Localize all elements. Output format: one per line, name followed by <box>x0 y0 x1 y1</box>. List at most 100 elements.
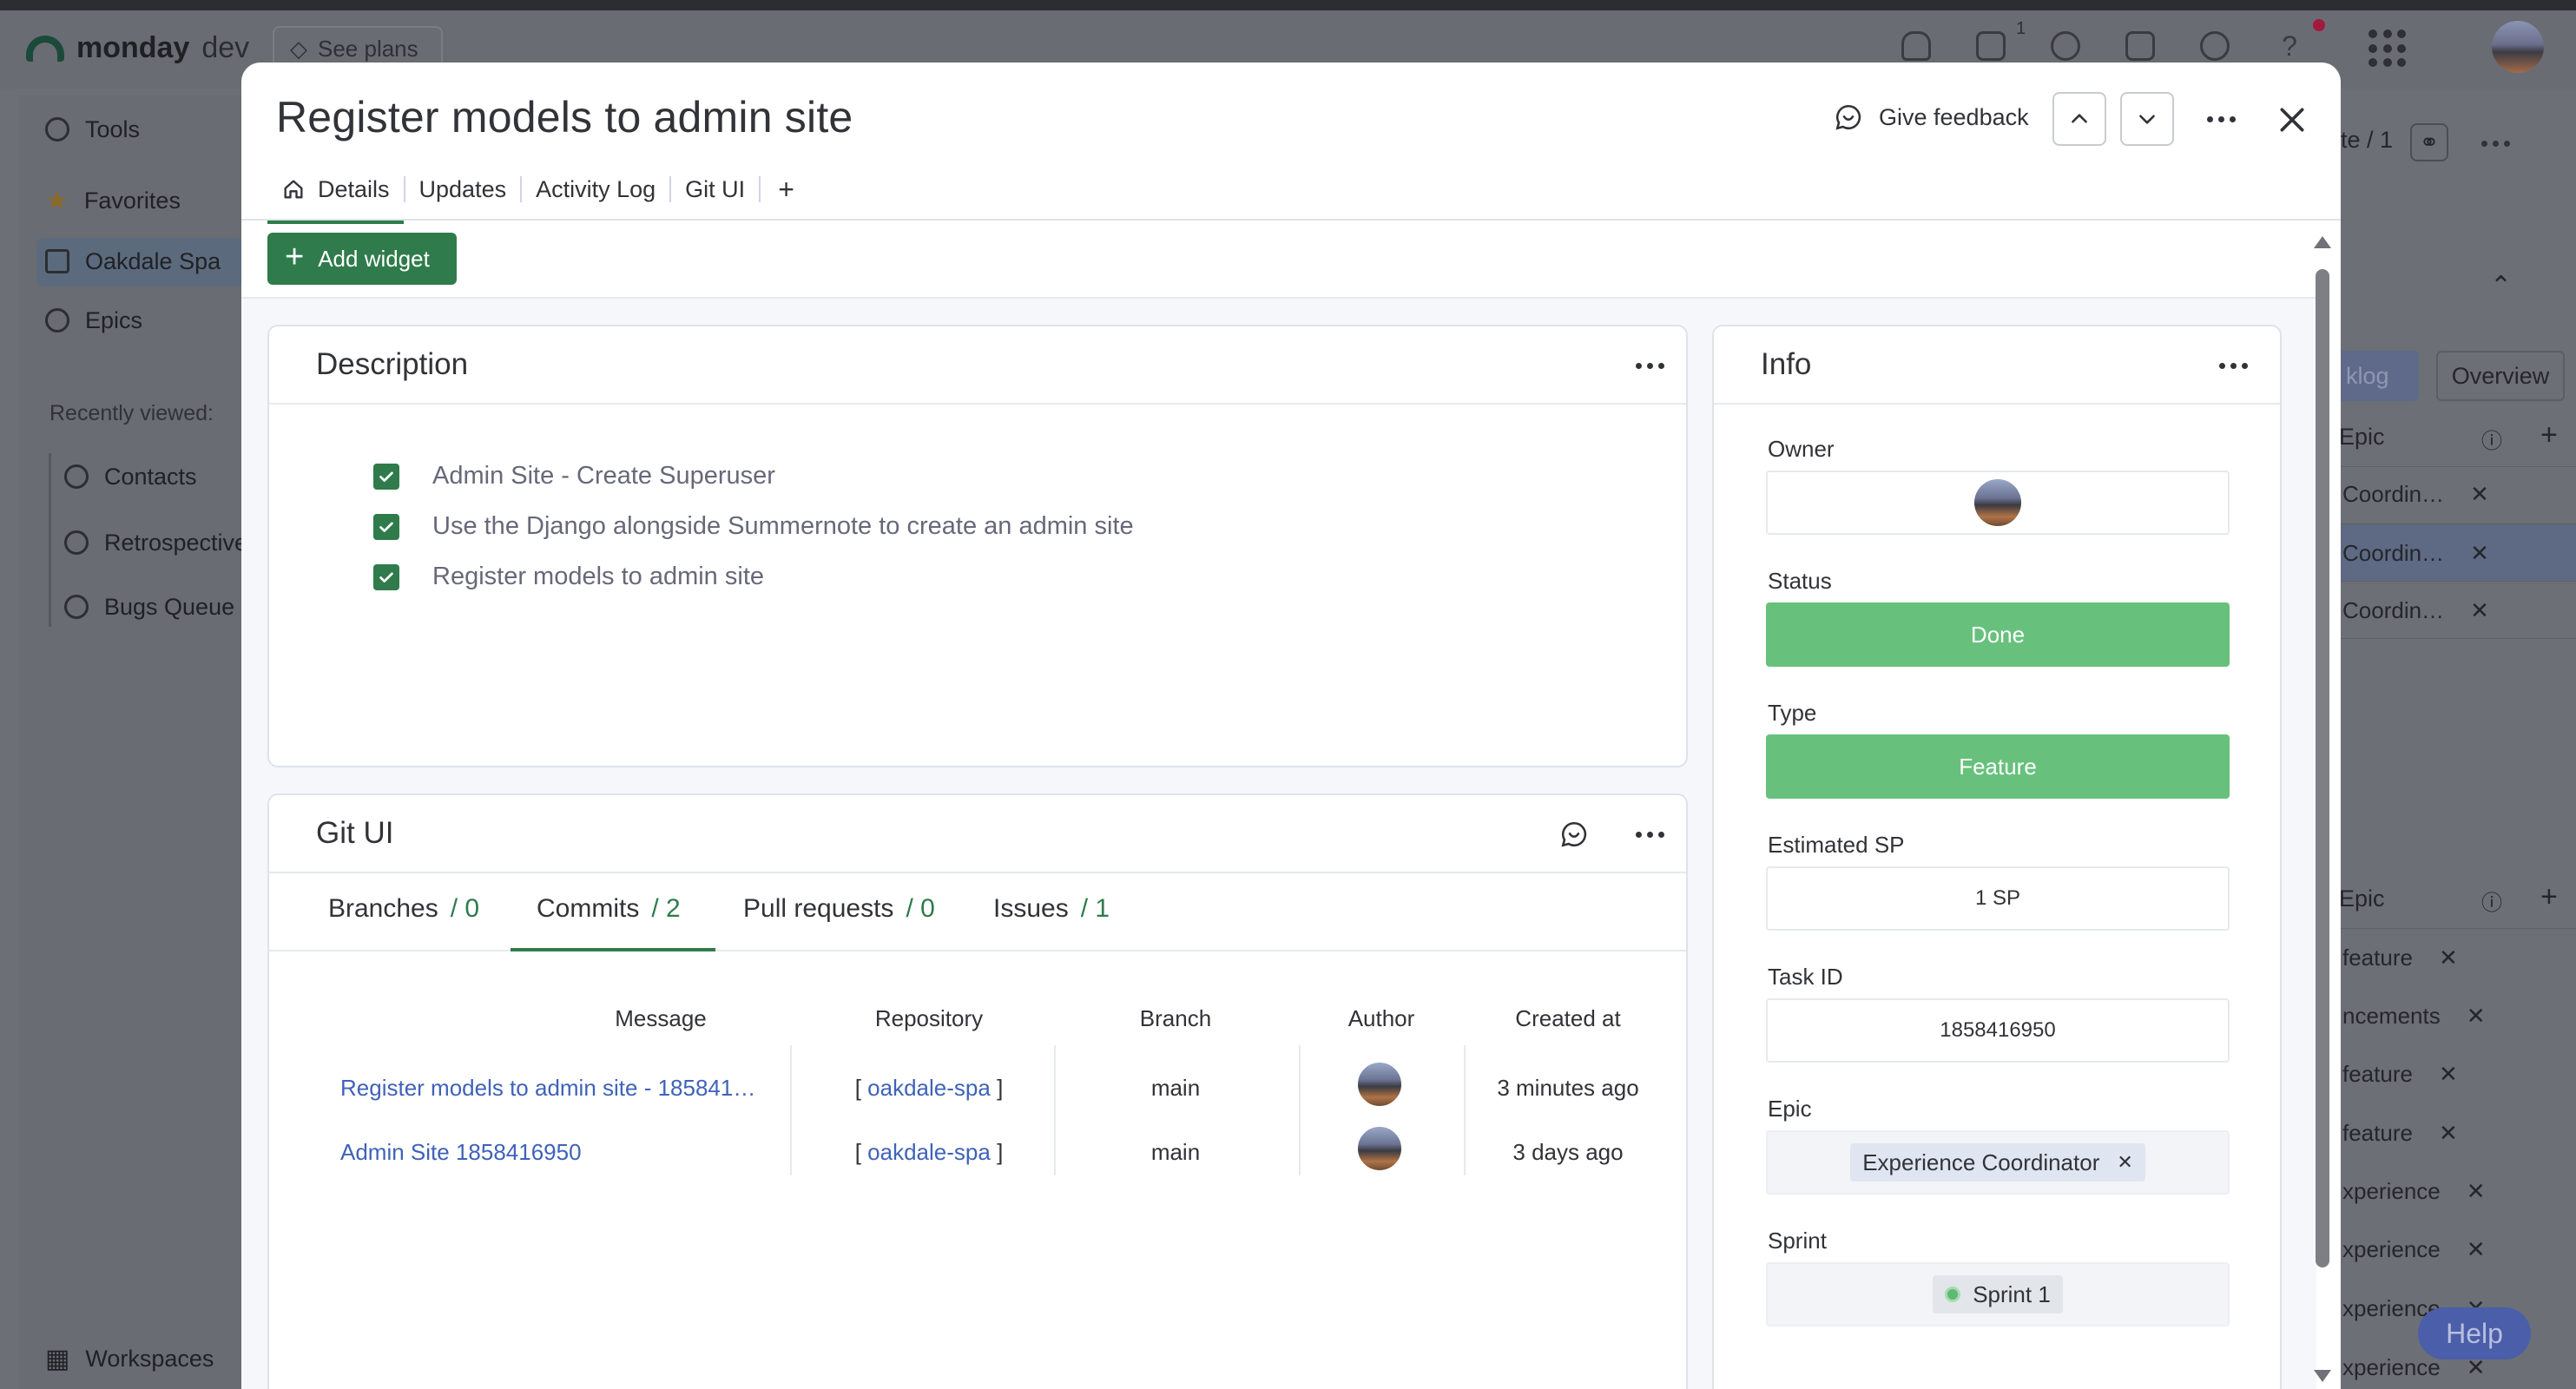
previous-item-button[interactable] <box>2052 92 2106 146</box>
sidebar-item-tools[interactable]: Tools <box>45 106 140 153</box>
recent-divider <box>49 453 51 627</box>
workspaces-button[interactable]: ▦ Workspaces <box>45 1344 214 1374</box>
add-column-icon[interactable]: + <box>2540 418 2558 452</box>
add-tab-button[interactable]: + <box>761 165 812 214</box>
inbox-badge: 1 <box>2016 19 2026 38</box>
feedback-icon[interactable] <box>1559 820 1589 849</box>
bg-epic-chip: Coordin… ✕ <box>2342 481 2489 507</box>
add-column-icon[interactable]: + <box>2540 880 2558 914</box>
type-field[interactable]: Feature <box>1766 734 2230 799</box>
sidebar-item-favorites[interactable]: ★ Favorites <box>45 177 181 224</box>
repository-link[interactable]: oakdale-spa <box>867 1139 991 1165</box>
invite-user-icon[interactable] <box>2051 31 2080 61</box>
sprint-status-dot <box>1945 1287 1961 1302</box>
add-widget-button[interactable]: + Add widget <box>267 233 457 285</box>
description-widget: Description Admin Site - Create Superuse… <box>267 325 1688 767</box>
collapse-icon[interactable]: ⌃ <box>2490 271 2512 301</box>
help-icon[interactable]: ? <box>2275 30 2304 62</box>
notification-dot <box>2313 19 2325 31</box>
git-tab-pull-requests[interactable]: Pull requests/ 0 <box>743 894 935 924</box>
plus-icon: + <box>285 239 305 275</box>
apps-icon[interactable] <box>2125 31 2155 61</box>
sprint-field[interactable]: Sprint 1 <box>1766 1262 2230 1326</box>
epic-label: Epic <box>1768 1096 1812 1122</box>
description-more-icon[interactable] <box>1636 363 1664 369</box>
info-widget: Info Owner Status Done Type Feature Esti… <box>1712 325 2282 1389</box>
contacts-icon <box>64 464 89 489</box>
owner-avatar[interactable] <box>1974 479 2021 526</box>
commit-message-link[interactable]: Admin Site 1858416950 <box>340 1139 582 1166</box>
scrollbar-thumb[interactable] <box>2316 269 2329 1267</box>
status-field[interactable]: Done <box>1766 602 2230 667</box>
checked-checkbox[interactable] <box>373 563 399 590</box>
app-switcher-icon[interactable] <box>2368 30 2407 68</box>
git-tabs: Branches/ 0 Commits/ 2 Pull requests/ 0 … <box>269 875 1686 951</box>
info-circle-icon: ⓘ <box>2481 430 2502 453</box>
git-tab-issues[interactable]: Issues/ 1 <box>993 894 1110 924</box>
tab-updates[interactable]: Updates <box>405 165 521 214</box>
item-more-icon[interactable] <box>2207 116 2236 122</box>
bg-epic-header: Epic <box>2339 424 2385 450</box>
monday-dev-logo[interactable]: monday dev <box>26 31 249 65</box>
close-icon[interactable] <box>2275 102 2309 137</box>
sidebar-item-epics[interactable]: Epics <box>45 297 142 344</box>
give-feedback-button[interactable]: Give feedback <box>1834 102 2029 132</box>
bg-backlog-tab[interactable]: klog <box>2341 351 2419 401</box>
checklist-item[interactable]: Admin Site - Create Superuser <box>373 462 775 490</box>
bg-overview-tab[interactable]: Overview <box>2436 351 2565 401</box>
author-avatar[interactable] <box>1356 1125 1403 1172</box>
epic-chip[interactable]: Experience Coordinator ✕ <box>1850 1143 2145 1182</box>
git-ui-more-icon[interactable] <box>1636 832 1664 838</box>
scroll-up-arrow[interactable] <box>2314 236 2331 248</box>
repository-link[interactable]: oakdale-spa <box>867 1075 991 1101</box>
commit-message-link[interactable]: Register models to admin site - 185841… <box>340 1075 755 1102</box>
type-label: Type <box>1768 700 1817 726</box>
sidebar-item-contacts[interactable]: Contacts <box>64 453 197 500</box>
item-title[interactable]: Register models to admin site <box>276 92 853 142</box>
created-at-cell: 3 days ago <box>1512 1139 1624 1165</box>
item-detail-modal: Register models to admin site Give feedb… <box>241 63 2341 1389</box>
inbox-icon[interactable] <box>1976 31 2006 61</box>
checklist-item[interactable]: Register models to admin site <box>373 563 764 591</box>
git-ui-title: Git UI <box>316 816 394 850</box>
star-icon: ★ <box>45 186 69 215</box>
epic-field[interactable]: Experience Coordinator ✕ <box>1766 1130 2230 1195</box>
estimated-sp-label: Estimated SP <box>1768 832 1905 858</box>
sidebar-item-retrospective[interactable]: Retrospective <box>64 519 247 566</box>
checked-checkbox[interactable] <box>373 463 399 490</box>
recently-viewed-label: Recently viewed: <box>49 401 214 425</box>
git-tab-commits[interactable]: Commits/ 2 <box>537 894 681 924</box>
scroll-down-arrow[interactable] <box>2314 1370 2331 1382</box>
next-item-button[interactable] <box>2120 92 2174 146</box>
search-icon[interactable] <box>2200 31 2230 61</box>
link-icon[interactable]: ⚭ <box>2410 123 2448 161</box>
git-ui-header: Git UI <box>269 795 1686 873</box>
user-avatar[interactable] <box>2492 21 2544 73</box>
sidebar-item-bugs-queue[interactable]: Bugs Queue <box>64 583 234 630</box>
bg-more-icon[interactable] <box>2481 141 2510 147</box>
tab-git-ui[interactable]: Git UI <box>671 165 759 214</box>
branch-cell: main <box>1150 1075 1201 1101</box>
sprint-chip[interactable]: Sprint 1 <box>1933 1275 2063 1313</box>
tab-details[interactable]: Details <box>267 165 404 224</box>
estimated-sp-field[interactable]: 1 SP <box>1766 866 2230 931</box>
bg-epic-chip: Coordin… ✕ <box>2342 540 2489 566</box>
checked-checkbox[interactable] <box>373 513 399 540</box>
bg-epic-chip: feature ✕ <box>2342 1120 2458 1146</box>
git-tab-branches[interactable]: Branches/ 0 <box>328 894 479 924</box>
task-id-field[interactable]: 1858416950 <box>1766 998 2230 1063</box>
checklist-item[interactable]: Use the Django alongside Summernote to c… <box>373 512 1134 541</box>
bell-icon[interactable] <box>1901 31 1931 61</box>
bg-epic-chip: feature ✕ <box>2342 1061 2458 1087</box>
check-icon <box>379 471 393 482</box>
sidebar-item-oakdale-spa[interactable]: Oakdale Spa <box>45 238 221 285</box>
help-button[interactable]: Help <box>2418 1307 2531 1359</box>
remove-icon[interactable]: ✕ <box>2117 1151 2132 1174</box>
tab-activity-log[interactable]: Activity Log <box>522 165 669 214</box>
info-more-icon[interactable] <box>2219 363 2248 369</box>
column-header-author: Author <box>1347 1005 1415 1031</box>
owner-field[interactable] <box>1766 471 2230 535</box>
author-avatar[interactable] <box>1356 1061 1403 1108</box>
bg-epic-chip: xperience✕ <box>2342 1178 2486 1204</box>
chevron-up-icon <box>2072 114 2087 123</box>
